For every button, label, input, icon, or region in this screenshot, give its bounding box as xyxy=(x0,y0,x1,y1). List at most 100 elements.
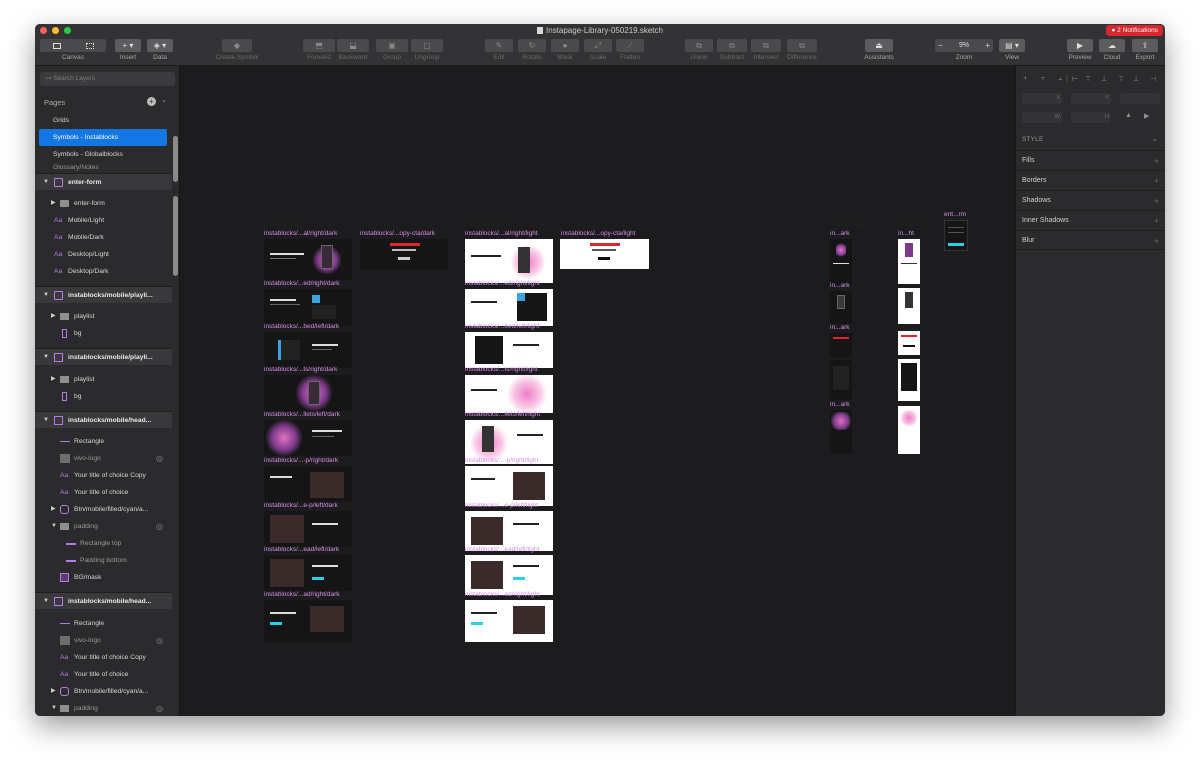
layer-item[interactable]: ▶ playlist xyxy=(35,308,172,325)
notifications-badge[interactable]: ● 2 Notifications xyxy=(1106,25,1163,36)
layer-item[interactable]: bg xyxy=(35,388,172,405)
distribute-horizontal-icon[interactable]: ⊢ xyxy=(1072,75,1078,83)
align-middle-icon[interactable]: ⊥ xyxy=(1101,75,1107,83)
artboard[interactable] xyxy=(898,331,920,355)
artboard[interactable] xyxy=(560,239,649,269)
difference-button[interactable]: ⧉ Difference xyxy=(783,39,821,61)
layer-group[interactable]: ▼ instablocks/mobile/head... xyxy=(35,411,172,428)
artboard-label[interactable]: instablocks/...-p/right/light xyxy=(465,457,538,465)
layer-item-hidden[interactable]: ▼ padding ◎ xyxy=(35,518,172,535)
artboard-label[interactable]: instablocks/...al/right/dark xyxy=(264,230,337,238)
artboard-label[interactable]: instablocks/...ts/right/dark xyxy=(264,366,337,374)
page-item[interactable]: Glossary/Notes xyxy=(35,163,172,172)
blur-section[interactable]: Blur + xyxy=(1016,230,1165,250)
x-field[interactable]: X xyxy=(1022,93,1062,104)
pages-scrollbar[interactable] xyxy=(173,136,178,182)
artboard[interactable] xyxy=(264,600,352,642)
intersect-button[interactable]: ⧉ Intersect xyxy=(749,39,783,61)
layer-item[interactable]: Rectangle xyxy=(35,433,172,450)
maximize-window-icon[interactable] xyxy=(64,27,71,34)
layer-item-hidden[interactable]: vivo-logo ◎ xyxy=(35,450,172,467)
artboard[interactable] xyxy=(830,360,852,400)
artboard[interactable] xyxy=(465,289,553,326)
layer-item-hidden[interactable]: vivo-logo ◎ xyxy=(35,632,172,649)
page-item[interactable]: Symbols - Globalblocks xyxy=(35,146,172,163)
layer-item[interactable]: Padding bottom xyxy=(35,552,172,569)
layer-item[interactable]: ▶ playlist xyxy=(35,371,172,388)
artboard-label[interactable]: instablocks/...opy-cta/dark xyxy=(360,230,435,238)
rotate-button[interactable]: ↻ Rotate xyxy=(518,39,546,61)
artboard[interactable] xyxy=(465,600,553,642)
artboard[interactable] xyxy=(264,466,352,502)
artboard[interactable] xyxy=(465,375,553,413)
artboard-label[interactable]: instablocks/...llets/left/light xyxy=(465,411,540,419)
layer-item[interactable]: bg xyxy=(35,325,172,342)
forward-button[interactable]: ⬒ Forward xyxy=(303,39,335,61)
disclosure-open-icon[interactable]: ▼ xyxy=(43,174,49,190)
artboard-label[interactable]: instablocks/...e-p/left/dark xyxy=(264,502,338,510)
scale-button[interactable]: ⤢ Scale xyxy=(584,39,612,61)
export-button[interactable]: ⇪ Export xyxy=(1132,39,1158,61)
artboard-label[interactable]: instablocks/...ed/right/dark xyxy=(264,280,340,288)
disclosure-closed-icon[interactable]: ▶ xyxy=(51,195,56,212)
disclosure-open-icon[interactable]: ▼ xyxy=(43,287,49,303)
subtract-button[interactable]: ⧉ Subtract xyxy=(715,39,749,61)
align-left-icon[interactable]: ⫞ xyxy=(1023,75,1027,83)
height-field[interactable]: H xyxy=(1071,112,1111,123)
fills-section[interactable]: Fills + xyxy=(1016,150,1165,170)
group-button[interactable]: ▣ Group xyxy=(376,39,408,61)
artboard[interactable] xyxy=(465,555,553,595)
add-fill-icon[interactable]: + xyxy=(1154,151,1159,171)
layer-group[interactable]: ▼ instablocks/mobile/playli... xyxy=(35,348,172,365)
chevron-down-icon[interactable]: ⌄ xyxy=(1152,135,1158,143)
artboard[interactable] xyxy=(898,239,920,284)
artboard-label[interactable]: ent...rm xyxy=(944,211,966,219)
artboard[interactable] xyxy=(264,239,352,280)
hidden-eye-icon[interactable]: ◎ xyxy=(156,518,163,535)
inner-shadows-section[interactable]: Inner Shadows + xyxy=(1016,210,1165,230)
flip-vertical-icon[interactable]: ▶ xyxy=(1144,112,1149,120)
artboard[interactable] xyxy=(264,555,352,591)
flip-horizontal-icon[interactable]: ▲ xyxy=(1125,112,1132,119)
layers-scrollbar[interactable] xyxy=(173,196,178,276)
cloud-button[interactable]: ☁ Cloud xyxy=(1099,39,1125,61)
artboard-label[interactable]: instablocks/...ad/right/light xyxy=(465,591,540,599)
borders-section[interactable]: Borders + xyxy=(1016,170,1165,190)
artboard-label[interactable]: in...ark xyxy=(830,282,850,290)
disclosure-open-icon[interactable]: ▼ xyxy=(43,593,49,609)
zoom-out-icon[interactable]: − xyxy=(938,41,943,50)
artboard-label[interactable]: instablocks/...ead/left/dark xyxy=(264,546,339,554)
preview-button[interactable]: ▶ Preview xyxy=(1067,39,1093,61)
layer-group[interactable]: ▼ enter-form xyxy=(35,173,172,190)
view-button[interactable]: ▤ ▾ View xyxy=(999,39,1025,61)
union-button[interactable]: ⧉ Union xyxy=(685,39,713,61)
artboard-label[interactable]: instablocks/...llets/left/dark xyxy=(264,411,340,419)
artboard-label[interactable]: in...ht xyxy=(898,230,914,238)
assistants-button[interactable]: ⏏ Assistants xyxy=(861,39,897,61)
ungroup-button[interactable]: ▢ Ungroup xyxy=(411,39,443,61)
add-blur-icon[interactable]: + xyxy=(1154,231,1159,251)
canvas-toggle[interactable]: Canvas xyxy=(40,39,106,61)
layer-item[interactable]: Aa Mobile/Dark xyxy=(35,229,172,246)
layer-group[interactable]: ▼ instablocks/mobile/playli... xyxy=(35,286,172,303)
disclosure-open-icon[interactable]: ▼ xyxy=(43,349,49,365)
artboard-label[interactable]: instablocks/...ts/right/light xyxy=(465,366,538,374)
hidden-eye-icon[interactable]: ◎ xyxy=(156,700,163,716)
hidden-eye-icon[interactable]: ◎ xyxy=(156,450,163,467)
add-border-icon[interactable]: + xyxy=(1154,171,1159,191)
disclosure-closed-icon[interactable]: ▶ xyxy=(51,308,56,325)
artboard-label[interactable]: in...ark xyxy=(830,324,850,332)
layer-item[interactable]: Aa Your title of choice Copy xyxy=(35,649,172,666)
rotation-field[interactable] xyxy=(1120,93,1160,104)
add-shadow-icon[interactable]: + xyxy=(1154,191,1159,211)
align-right-icon[interactable]: ⫠ xyxy=(1058,75,1062,83)
disclosure-closed-icon[interactable]: ▶ xyxy=(51,683,56,700)
artboard[interactable] xyxy=(898,359,920,401)
data-button[interactable]: ◈ ▾ Data xyxy=(147,39,173,61)
artboard[interactable] xyxy=(264,375,352,411)
artboard-label[interactable]: instablocks/...e-p/left/light xyxy=(465,502,538,510)
flatten-button[interactable]: ⟋ Flatten xyxy=(616,39,644,61)
artboard-label[interactable]: instablocks/...ead/left/light xyxy=(465,546,539,554)
layer-item[interactable]: Aa Desktop/Dark xyxy=(35,263,172,280)
artboard-label[interactable]: instablocks/...ad/right/dark xyxy=(264,591,340,599)
